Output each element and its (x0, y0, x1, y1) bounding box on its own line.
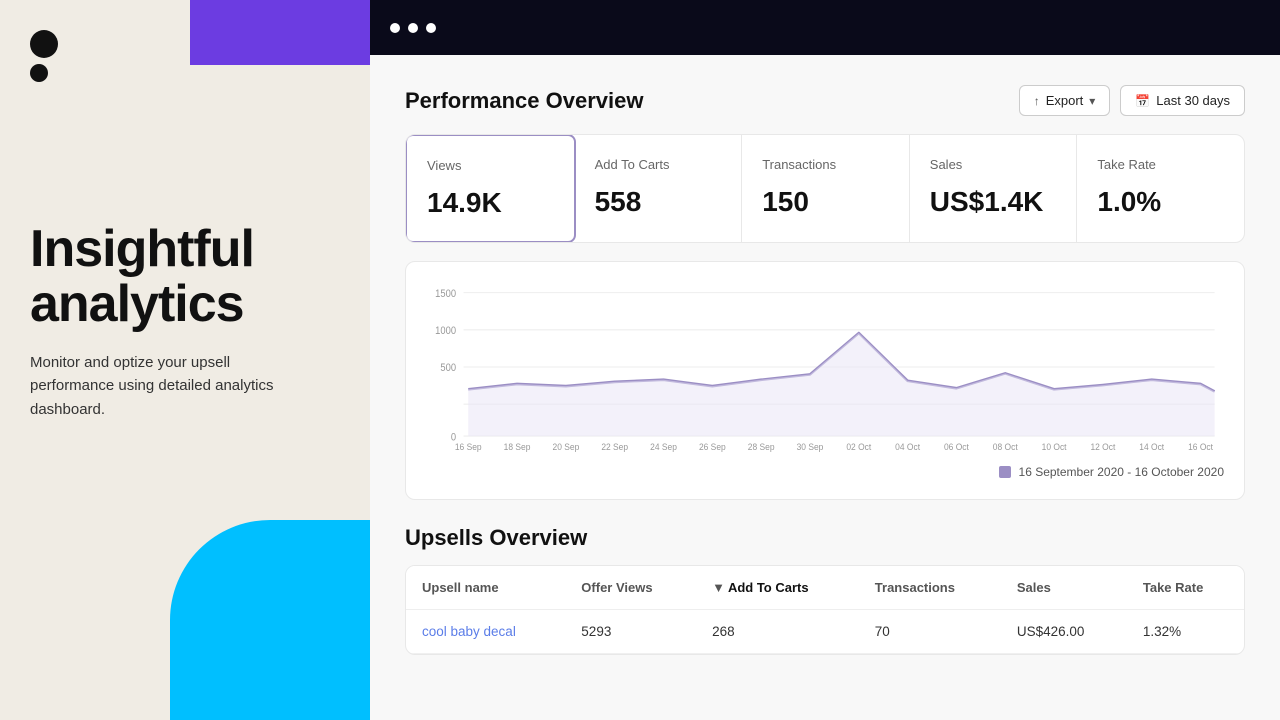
svg-text:24 Sep: 24 Sep (650, 441, 677, 452)
metric-takerate-value: 1.0% (1097, 186, 1224, 218)
metrics-row: Views 14.9K Add To Carts 558 Transaction… (405, 134, 1245, 243)
metric-transactions-label: Transactions (762, 157, 889, 172)
export-chevron-icon: ▾ (1089, 94, 1095, 108)
svg-text:06 Oct: 06 Oct (944, 441, 969, 452)
svg-text:1500: 1500 (435, 288, 456, 300)
metric-sales-value: US$1.4K (930, 186, 1057, 218)
chart-legend: 16 September 2020 - 16 October 2020 (426, 465, 1224, 479)
svg-text:18 Sep: 18 Sep (504, 441, 531, 452)
upsells-table-container: Upsell name Offer Views ▼Add To Carts Tr… (405, 565, 1245, 655)
col-sales: Sales (1001, 566, 1127, 610)
svg-text:02 Oct: 02 Oct (846, 441, 871, 452)
table-row: cool baby decal 5293 268 70 US$426.00 1.… (406, 610, 1244, 654)
legend-color (999, 466, 1011, 478)
metric-sales[interactable]: Sales US$1.4K (910, 135, 1078, 242)
metric-views-value: 14.9K (427, 187, 554, 219)
topbar-dot-3 (426, 23, 436, 33)
svg-text:12 Oct: 12 Oct (1090, 441, 1115, 452)
svg-text:20 Sep: 20 Sep (553, 441, 580, 452)
sidebar-title: Insightful analytics (30, 222, 340, 331)
take-rate-cell: 1.32% (1127, 610, 1244, 654)
svg-text:1000: 1000 (435, 326, 456, 338)
table-header-row: Upsell name Offer Views ▼Add To Carts Tr… (406, 566, 1244, 610)
col-offer-views: Offer Views (565, 566, 696, 610)
logo-dot-large (30, 30, 58, 58)
offer-views-cell: 5293 (565, 610, 696, 654)
date-range-button[interactable]: 📅 Last 30 days (1120, 85, 1245, 116)
upsell-name-cell[interactable]: cool baby decal (406, 610, 565, 654)
svg-text:14 Oct: 14 Oct (1139, 441, 1164, 452)
main-panel: Performance Overview ↑ Export ▾ 📅 Last 3… (370, 0, 1280, 720)
chart-container: 1500 1000 500 0 16 Sep 18 Sep 20 Sep 22 … (405, 261, 1245, 500)
legend-label: 16 September 2020 - 16 October 2020 (1019, 465, 1224, 479)
svg-text:16 Sep: 16 Sep (455, 441, 482, 452)
logo-dot-small (30, 64, 48, 82)
metric-transactions-value: 150 (762, 186, 889, 218)
metric-take-rate[interactable]: Take Rate 1.0% (1077, 135, 1244, 242)
metric-views-label: Views (427, 158, 554, 173)
calendar-icon: 📅 (1135, 94, 1150, 108)
svg-text:26 Sep: 26 Sep (699, 441, 726, 452)
topbar-dot-2 (408, 23, 418, 33)
svg-text:30 Sep: 30 Sep (797, 441, 824, 452)
svg-text:08 Oct: 08 Oct (993, 441, 1018, 452)
col-add-to-carts[interactable]: ▼Add To Carts (696, 566, 859, 610)
add-to-carts-cell: 268 (696, 610, 859, 654)
svg-text:500: 500 (440, 363, 456, 375)
sidebar: Insightful analytics Monitor and optize … (0, 0, 370, 720)
topbar-dot-1 (390, 23, 400, 33)
col-transactions: Transactions (859, 566, 1001, 610)
header-actions: ↑ Export ▾ 📅 Last 30 days (1019, 85, 1245, 116)
col-upsell-name: Upsell name (406, 566, 565, 610)
svg-text:16 Oct: 16 Oct (1188, 441, 1213, 452)
upsells-title: Upsells Overview (405, 525, 1245, 551)
metric-add-to-carts[interactable]: Add To Carts 558 (575, 135, 743, 242)
svg-text:28 Sep: 28 Sep (748, 441, 775, 452)
metric-takerate-label: Take Rate (1097, 157, 1224, 172)
metric-transactions[interactable]: Transactions 150 (742, 135, 910, 242)
performance-header: Performance Overview ↑ Export ▾ 📅 Last 3… (405, 85, 1245, 116)
export-icon: ↑ (1034, 94, 1040, 108)
svg-text:22 Sep: 22 Sep (601, 441, 628, 452)
content-area: Performance Overview ↑ Export ▾ 📅 Last 3… (370, 55, 1280, 720)
blue-decoration (170, 520, 370, 720)
svg-text:04 Oct: 04 Oct (895, 441, 920, 452)
metric-views[interactable]: Views 14.9K (405, 134, 576, 243)
metric-carts-label: Add To Carts (595, 157, 722, 172)
sidebar-description: Monitor and optize your upsell performan… (30, 351, 300, 421)
topbar (370, 0, 1280, 55)
transactions-cell: 70 (859, 610, 1001, 654)
export-button[interactable]: ↑ Export ▾ (1019, 85, 1111, 116)
metric-sales-label: Sales (930, 157, 1057, 172)
col-take-rate: Take Rate (1127, 566, 1244, 610)
upsells-table: Upsell name Offer Views ▼Add To Carts Tr… (406, 566, 1244, 654)
metric-carts-value: 558 (595, 186, 722, 218)
svg-text:10 Oct: 10 Oct (1042, 441, 1067, 452)
sales-cell: US$426.00 (1001, 610, 1127, 654)
chart-svg: 1500 1000 500 0 16 Sep 18 Sep 20 Sep 22 … (426, 282, 1224, 452)
performance-title: Performance Overview (405, 88, 643, 114)
purple-decoration (190, 0, 370, 65)
